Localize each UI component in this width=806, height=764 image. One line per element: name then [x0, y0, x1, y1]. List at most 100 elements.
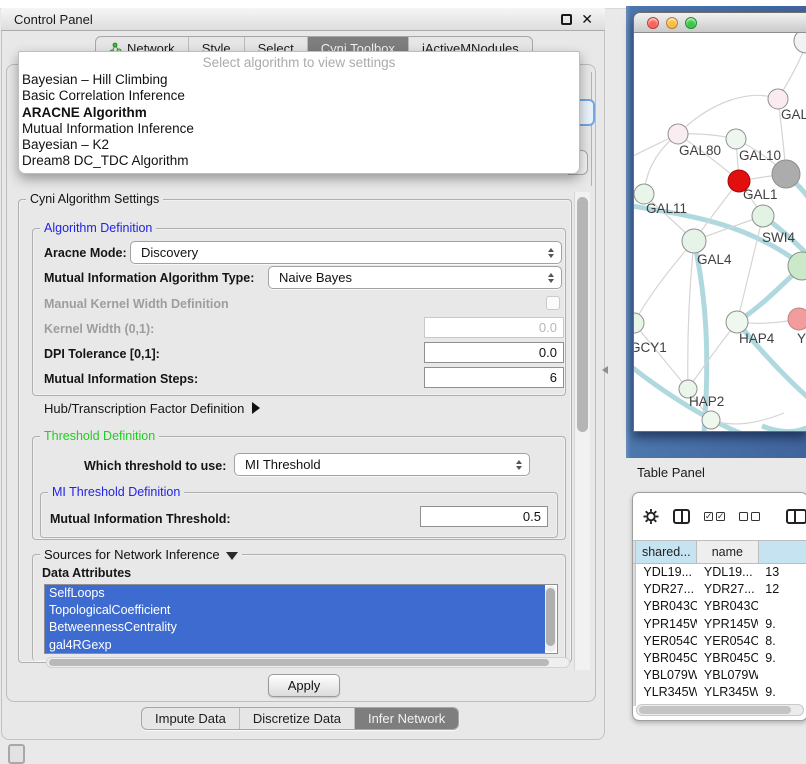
network-node-gal10[interactable]	[726, 129, 746, 149]
scrollbar-thumb[interactable]	[546, 588, 555, 646]
table-row[interactable]: YBR043C YBR043C	[633, 598, 806, 615]
menu-item-bayesian-hill-climbing[interactable]: Bayesian – Hill Climbing	[19, 72, 579, 88]
table-row[interactable]: YDL19... YDL19... 13	[633, 564, 806, 581]
bottom-tabbar: Impute Data Discretize Data Infer Networ…	[141, 707, 459, 730]
network-node[interactable]	[702, 411, 720, 429]
gear-icon[interactable]	[643, 508, 659, 525]
settings-vertical-scrollbar[interactable]	[574, 192, 590, 670]
scrollbar-thumb[interactable]	[49, 659, 549, 666]
combo-stepper-icon	[543, 248, 558, 258]
table-panel-title: Table Panel	[637, 465, 705, 480]
mac-minimize-icon[interactable]	[666, 17, 678, 29]
node-label: GAL11	[646, 201, 687, 216]
collapsed-panel-icon[interactable]	[8, 744, 25, 764]
scrollbar-thumb[interactable]	[577, 197, 588, 432]
list-item[interactable]: SelfLoops	[45, 585, 545, 602]
which-threshold-combobox[interactable]: MI Threshold	[234, 453, 530, 476]
column-header-name[interactable]: name	[697, 541, 759, 563]
table-row[interactable]: YLR345W YLR345W 9.	[633, 684, 806, 701]
network-view-window: GAL GAL80 GAL10 GAL1 GAL11 SWI4 GAL4 HAP…	[633, 12, 806, 432]
node-label: HAP2	[689, 394, 724, 409]
mac-close-icon[interactable]	[647, 17, 659, 29]
table-row[interactable]: YER054C YER054C 8.	[633, 633, 806, 650]
column-header-shared-name[interactable]: shared...	[636, 541, 697, 563]
close-icon[interactable]: ✕	[581, 14, 593, 25]
network-node[interactable]	[752, 205, 774, 227]
network-node-hap4[interactable]	[726, 311, 748, 333]
collapsed-arrow-icon	[252, 402, 260, 414]
column-header-clipped[interactable]	[759, 541, 806, 563]
network-node-gal4[interactable]	[682, 229, 706, 253]
selected-rows: SelfLoops TopologicalCoefficient Between…	[45, 585, 545, 653]
mi-steps-label: Mutual Information Steps:	[44, 372, 198, 386]
list-item[interactable]: BetweennessCentrality	[45, 619, 545, 636]
table-mode-icon[interactable]	[786, 509, 806, 524]
list-vertical-scrollbar[interactable]	[545, 586, 556, 652]
manual-kernel-width-checkbox	[546, 296, 560, 310]
network-node-gray[interactable]	[772, 160, 800, 188]
select-all-icon[interactable]: ✓✓	[704, 512, 725, 521]
splitter-collapse-icon[interactable]	[602, 366, 608, 374]
dpi-tolerance-field[interactable]	[424, 342, 564, 363]
combo-stepper-icon	[543, 273, 558, 283]
menu-item-aracne[interactable]: ARACNE Algorithm	[19, 105, 579, 121]
table-row[interactable]: YPR145W YPR145W 9.	[633, 616, 806, 633]
table-row[interactable]: YBL079W YBL079W	[633, 667, 806, 684]
scrollbar-thumb[interactable]	[639, 706, 791, 714]
kernel-width-field	[424, 317, 564, 338]
network-node[interactable]	[768, 89, 788, 109]
list-item[interactable]: TopologicalCoefficient	[45, 602, 545, 619]
menu-item-mutual-information[interactable]: Mutual Information Inference	[19, 121, 579, 137]
table-horizontal-scrollbar[interactable]	[636, 704, 804, 716]
mi-algorithm-type-label: Mutual Information Algorithm Type:	[44, 271, 254, 285]
tab-discretize-data[interactable]: Discretize Data	[239, 708, 354, 729]
aracne-mode-combobox[interactable]: Discovery	[130, 241, 562, 264]
data-attributes-label: Data Attributes	[42, 566, 131, 580]
column-layout-icon[interactable]	[673, 509, 690, 524]
list-item[interactable]: gal4RGexp	[45, 637, 545, 654]
control-panel-titlebar: Control Panel ✕	[1, 8, 605, 31]
network-node-salmon[interactable]	[788, 308, 806, 330]
node-label: SWI4	[762, 230, 795, 245]
float-window-icon[interactable]	[561, 14, 572, 25]
node-label: HAP4	[739, 331, 775, 346]
table-row[interactable]: YBR045C YBR045C 9.	[633, 650, 806, 667]
mac-zoom-icon[interactable]	[685, 17, 697, 29]
obscured-groupbox-edge	[591, 72, 592, 186]
app-root: { "control_panel": { "title": "Control P…	[0, 0, 806, 762]
mi-steps-field[interactable]	[424, 367, 564, 388]
group-title: Sources for Network Inference	[40, 547, 242, 562]
network-node[interactable]	[794, 33, 806, 53]
algorithm-dropdown-popup: Select algorithm to view settings Bayesi…	[18, 51, 580, 174]
tab-impute-data[interactable]: Impute Data	[142, 708, 239, 729]
node-label: Y	[797, 331, 806, 346]
expanded-arrow-icon	[226, 552, 238, 560]
kernel-width-label: Kernel Width (0,1):	[44, 322, 154, 336]
apply-button[interactable]: Apply	[268, 674, 340, 697]
deselect-all-icon[interactable]	[739, 512, 760, 521]
menu-item-basic-correlation[interactable]: Basic Correlation Inference	[19, 88, 579, 104]
menu-item-dream8[interactable]: Dream8 DC_TDC Algorithm	[19, 153, 579, 169]
mi-algorithm-type-combobox[interactable]: Naive Bayes	[268, 266, 562, 289]
aracne-mode-label: Aracne Mode:	[44, 246, 127, 260]
node-label: GAL	[781, 107, 806, 122]
manual-kernel-width-label: Manual Kernel Width Definition	[44, 297, 229, 311]
node-label: GAL80	[679, 143, 721, 158]
tab-infer-network[interactable]: Infer Network	[354, 708, 458, 729]
group-title: Threshold Definition	[40, 429, 159, 443]
table-body: YDL19... YDL19... 13 YDR27... YDR27... 1…	[633, 564, 806, 706]
network-node-gcy1[interactable]	[634, 313, 644, 333]
mi-threshold-field[interactable]	[420, 506, 548, 527]
node-label: GCY1	[634, 340, 667, 355]
horizontal-scrollbar[interactable]	[46, 657, 570, 668]
which-threshold-label: Which threshold to use:	[84, 459, 226, 473]
control-panel-title: Control Panel	[1, 12, 93, 27]
menu-item-bayesian-k2[interactable]: Bayesian – K2	[19, 137, 579, 153]
mi-threshold-label: Mutual Information Threshold:	[50, 512, 231, 526]
popup-placeholder: Select algorithm to view settings	[19, 52, 579, 72]
network-node-gal80[interactable]	[668, 124, 688, 144]
hub-definition-toggle[interactable]: Hub/Transcription Factor Definition	[44, 401, 260, 416]
table-toolbar: ✓✓	[633, 493, 806, 540]
network-canvas[interactable]: GAL GAL80 GAL10 GAL1 GAL11 SWI4 GAL4 HAP…	[634, 33, 806, 431]
table-row[interactable]: YDR27... YDR27... 12	[633, 581, 806, 598]
